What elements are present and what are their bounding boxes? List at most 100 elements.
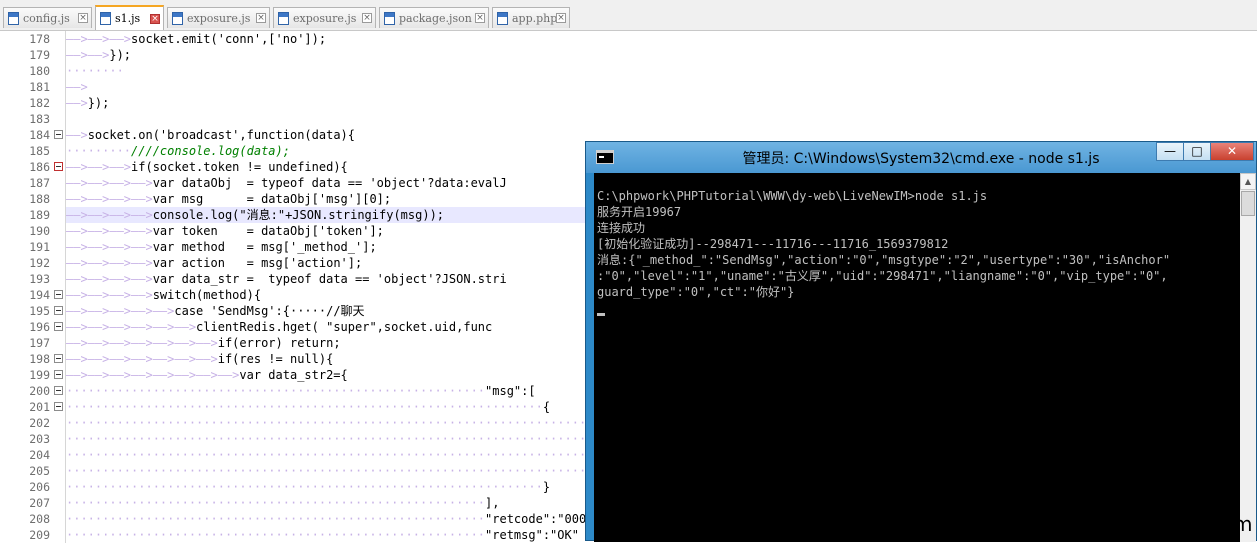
close-icon[interactable]: × [256, 13, 266, 23]
fold-gutter [52, 223, 66, 239]
scroll-up-button[interactable]: ▲ [1240, 173, 1256, 190]
fold-toggle-icon[interactable] [54, 322, 63, 331]
close-icon[interactable]: × [78, 13, 88, 23]
cmd-window[interactable]: 管理员: C:\Windows\System32\cmd.exe - node … [585, 141, 1257, 542]
cmd-scrollbar[interactable]: ▲ [1240, 173, 1256, 542]
console-line: 服务开启19967 [597, 205, 682, 219]
line-number: 178 [0, 31, 50, 47]
editor-tab-bar: config.js × s1.js × exposure.js × exposu… [0, 0, 1257, 31]
console-output[interactable]: C:\phpwork\PHPTutorial\WWW\dy-web\LiveNe… [594, 173, 1240, 542]
indent-guide: ——>——>——>——> [66, 208, 153, 222]
code-text: ////console.log(data); [131, 144, 290, 158]
tab-s1-js[interactable]: s1.js × [95, 5, 164, 30]
indent-guide: ········································… [66, 464, 601, 478]
close-icon[interactable]: × [556, 13, 566, 23]
tab-app-php[interactable]: app.php × [492, 7, 570, 28]
file-icon [100, 12, 111, 25]
console-line: [初始化验证成功]--298471---11716---11716_156937… [597, 237, 949, 251]
code-line[interactable]: 179 ——>——>}); [0, 47, 1257, 63]
indent-guide: ——>——>——>——> [66, 192, 153, 206]
code-line[interactable]: 181 ——> [0, 79, 1257, 95]
code-line[interactable]: 178 ——>——>——>socket.emit('conn',['no']); [0, 31, 1257, 47]
fold-gutter [52, 495, 66, 511]
tab-exposure-js-2[interactable]: exposure.js × [273, 7, 376, 28]
fold-gutter [52, 415, 66, 431]
corner-text: m [1233, 512, 1253, 536]
fold-gutter [52, 111, 66, 127]
fold-gutter [52, 207, 66, 223]
code-text: var dataObj = typeof data == 'object'?da… [152, 176, 507, 190]
line-number: 189 [0, 207, 50, 223]
code-content: ——> [66, 79, 1257, 95]
code-text: switch(method){ [152, 288, 262, 302]
fold-toggle-icon[interactable] [54, 354, 63, 363]
line-number: 192 [0, 255, 50, 271]
close-icon[interactable]: × [475, 13, 485, 23]
indent-guide: ——> [66, 80, 88, 94]
fold-toggle-icon[interactable] [54, 130, 63, 139]
tab-config-js[interactable]: config.js × [3, 7, 92, 28]
fold-gutter [52, 239, 66, 255]
close-button[interactable]: ✕ [1210, 142, 1254, 161]
indent-guide: ········································… [66, 496, 486, 510]
indent-guide: ········ [66, 64, 124, 78]
fold-toggle-icon[interactable] [54, 402, 63, 411]
line-number: 197 [0, 335, 50, 351]
line-number: 185 [0, 143, 50, 159]
scroll-thumb[interactable] [1241, 191, 1255, 216]
code-line[interactable]: 180 ········ [0, 63, 1257, 79]
fold-gutter [52, 47, 66, 63]
indent-guide: ——>——>——>——> [66, 288, 153, 302]
code-text: { [542, 400, 551, 414]
indent-guide: ——>——>——> [66, 160, 132, 174]
fold-toggle-icon[interactable] [54, 370, 63, 379]
line-number: 179 [0, 47, 50, 63]
indent-guide: ········· [66, 144, 132, 158]
code-text: var token = dataObj['token']; [152, 224, 384, 238]
line-number: 198 [0, 351, 50, 367]
line-number: 182 [0, 95, 50, 111]
indent-guide: ········································… [66, 416, 601, 430]
fold-toggle-icon[interactable] [54, 290, 63, 299]
line-number: 191 [0, 239, 50, 255]
file-icon [278, 11, 289, 25]
line-number: 199 [0, 367, 50, 383]
tab-label: exposure.js [293, 11, 357, 25]
indent-guide: ——>——>——>——>——>——> [66, 320, 197, 334]
indent-guide: ——>——>——>——> [66, 240, 153, 254]
code-text: clientRedis.hget( "super",socket.uid,fun… [196, 320, 493, 334]
indent-guide: ········································… [66, 512, 486, 526]
cmd-title-bar[interactable]: 管理员: C:\Windows\System32\cmd.exe - node … [586, 142, 1256, 173]
indent-guide: ········································… [66, 384, 486, 398]
close-icon[interactable]: × [150, 13, 160, 24]
console-line: :"0","level":"1","uname":"古义厚","uid":"29… [597, 269, 1168, 283]
line-number: 190 [0, 223, 50, 239]
fold-gutter [52, 271, 66, 287]
tab-exposure-js[interactable]: exposure.js × [167, 7, 270, 28]
fold-toggle-icon[interactable] [54, 162, 63, 171]
line-number: 201 [0, 399, 50, 415]
fold-toggle-icon[interactable] [54, 306, 63, 315]
indent-guide: ········································… [66, 448, 601, 462]
line-number: 205 [0, 463, 50, 479]
tab-package-json[interactable]: package.json × [379, 7, 489, 28]
line-number: 207 [0, 495, 50, 511]
indent-guide: ——>——>——>——> [66, 272, 153, 286]
code-content: ——>——>——>socket.emit('conn',['no']); [66, 31, 1257, 47]
line-number: 188 [0, 191, 50, 207]
line-number: 184 [0, 127, 50, 143]
code-line[interactable]: 183 [0, 111, 1257, 127]
fold-gutter [52, 79, 66, 95]
indent-guide: ——>——>——> [66, 32, 132, 46]
fold-gutter [52, 31, 66, 47]
code-line[interactable]: 182 ——>}); [0, 95, 1257, 111]
code-text: var data_str = typeof data == 'object'?J… [152, 272, 507, 286]
indent-guide: ········································… [66, 528, 486, 542]
maximize-button[interactable]: □ [1183, 142, 1211, 161]
fold-gutter [52, 191, 66, 207]
fold-toggle-icon[interactable] [54, 386, 63, 395]
minimize-button[interactable]: — [1156, 142, 1184, 161]
close-icon[interactable]: × [362, 13, 372, 23]
code-text: if(socket.token != undefined){ [131, 160, 348, 174]
code-text: case 'SendMsg':{·····//聊天 [174, 304, 365, 318]
